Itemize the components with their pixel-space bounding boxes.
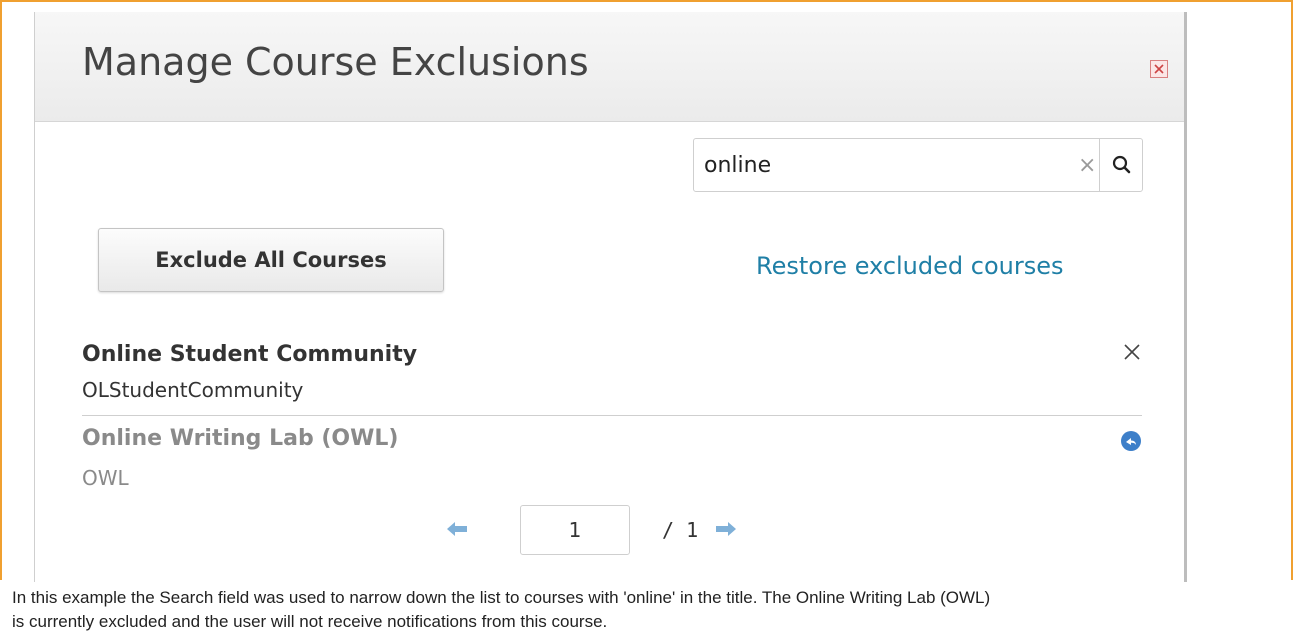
course-title: Online Student Community (82, 342, 418, 367)
course-list-item: Online Writing Lab (OWL) OWL (82, 426, 1142, 490)
arrow-right-icon (716, 522, 736, 536)
course-code: OWL (82, 466, 129, 490)
restore-course-button[interactable] (1120, 430, 1142, 452)
close-dialog-button[interactable] (1150, 60, 1168, 78)
arrow-left-icon (447, 522, 467, 536)
clear-search-icon[interactable]: × (1078, 153, 1096, 178)
exclude-course-button[interactable] (1122, 342, 1142, 362)
restore-excluded-courses-link[interactable]: Restore excluded courses (756, 252, 1064, 280)
search-box: × (693, 138, 1143, 192)
caption-line: is currently excluded and the user will … (12, 612, 608, 631)
manage-course-exclusions-dialog: Manage Course Exclusions × Exclude All C… (34, 12, 1187, 582)
restore-icon (1121, 431, 1141, 451)
next-page-button[interactable] (715, 520, 737, 538)
exclude-all-courses-button[interactable]: Exclude All Courses (98, 228, 444, 292)
close-x-icon (1124, 344, 1140, 360)
caption: In this example the Search field was use… (12, 586, 1282, 634)
course-code: OLStudentCommunity (82, 378, 304, 402)
course-list-item: Online Student Community OLStudentCommun… (82, 342, 1142, 416)
close-icon (1154, 64, 1164, 74)
search-icon (1112, 155, 1131, 174)
page-number-input[interactable] (520, 505, 630, 555)
pagination: / 1 (35, 502, 1184, 562)
search-input[interactable] (704, 151, 1044, 179)
caption-line: In this example the Search field was use… (12, 588, 991, 607)
dialog-header: Manage Course Exclusions (35, 12, 1184, 122)
previous-page-button[interactable] (446, 520, 468, 538)
page-total: / 1 (662, 518, 699, 542)
dialog-title: Manage Course Exclusions (82, 40, 589, 84)
search-button[interactable] (1099, 139, 1143, 191)
example-frame: Manage Course Exclusions × Exclude All C… (0, 0, 1293, 582)
course-title: Online Writing Lab (OWL) (82, 426, 399, 451)
